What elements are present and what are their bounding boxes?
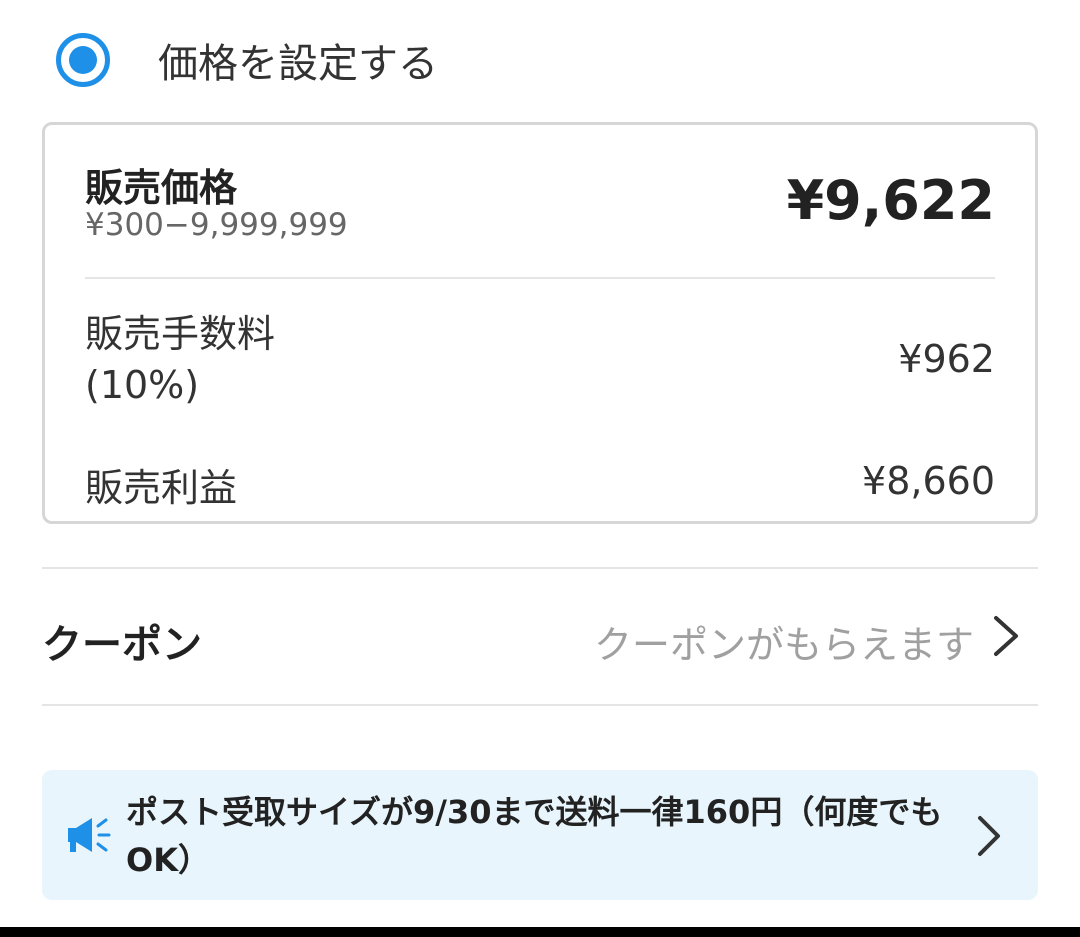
megaphone-icon xyxy=(68,818,111,852)
price-card: 販売価格 ¥300−9,999,999 ¥9,622 販売手数料 (10%) ¥… xyxy=(42,122,1038,524)
divider xyxy=(42,567,1038,569)
bottom-edge-bar xyxy=(0,927,1080,937)
chevron-right-icon xyxy=(994,616,1018,656)
sales-profit-label: 販売利益 xyxy=(85,466,238,510)
coupon-hint: クーポンがもらえます xyxy=(593,623,974,667)
sale-price-label: 販売価格 xyxy=(85,166,238,210)
coupon-row[interactable]: クーポン クーポンがもらえます xyxy=(42,570,1038,704)
sale-price-input[interactable]: ¥9,622 xyxy=(787,169,995,232)
radio-dot xyxy=(69,46,97,74)
sales-fee-value: ¥962 xyxy=(898,337,995,381)
coupon-label: クーポン xyxy=(42,622,202,668)
sales-fee-rate: (10%) xyxy=(85,363,200,407)
sale-price-range: ¥300−9,999,999 xyxy=(85,207,348,243)
set-price-option[interactable]: 価格を設定する xyxy=(56,28,438,92)
sales-profit-value: ¥8,660 xyxy=(862,459,995,503)
sales-fee-label: 販売手数料 xyxy=(85,312,276,356)
divider xyxy=(42,704,1038,706)
radio-selected-icon[interactable] xyxy=(56,33,110,87)
shipping-promo-banner[interactable]: ポスト受取サイズが9/30まで送料一律160円（何度でもOK） xyxy=(42,770,1038,900)
chevron-right-icon xyxy=(978,816,1000,856)
shipping-promo-text: ポスト受取サイズが9/30まで送料一律160円（何度でもOK） xyxy=(126,793,943,879)
set-price-option-label: 価格を設定する xyxy=(158,41,438,87)
card-divider xyxy=(85,277,995,279)
